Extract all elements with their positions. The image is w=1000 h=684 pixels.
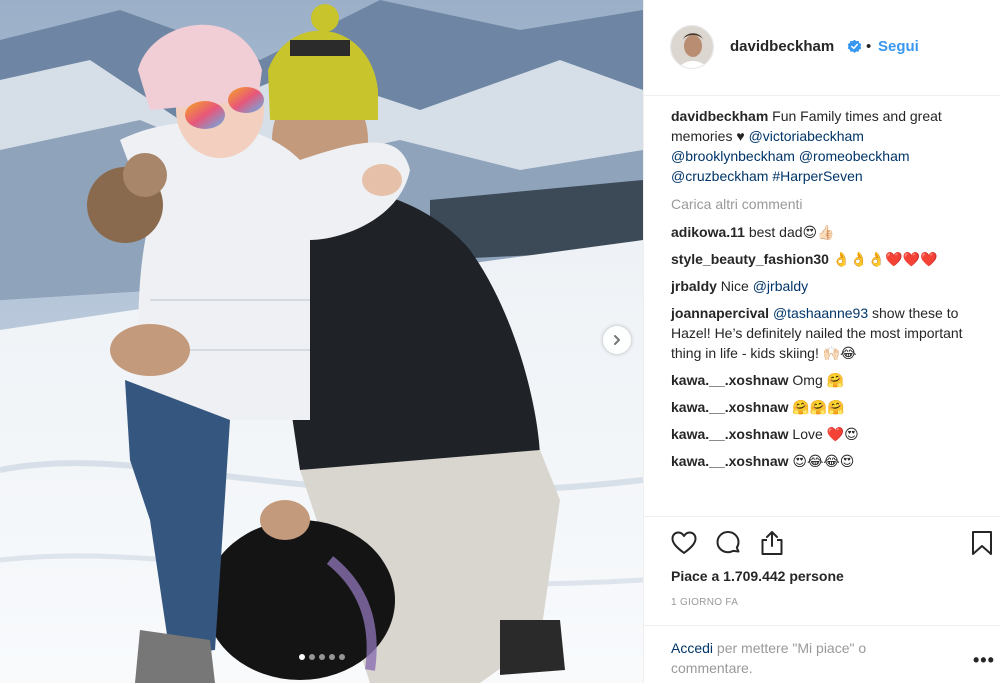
- caption-mention[interactable]: @romeobeckham: [799, 148, 910, 164]
- caption-mention[interactable]: @cruzbeckham: [671, 168, 768, 184]
- caption-mention[interactable]: @brooklynbeckham: [671, 148, 795, 164]
- comment-text: best dad😍👍🏻: [748, 224, 835, 240]
- comment-icon[interactable]: [714, 529, 742, 557]
- login-prompt: Accedi per mettere "Mi piace" o commenta…: [644, 625, 1000, 684]
- comment-text: 👌👌👌❤️❤️❤️: [832, 251, 938, 267]
- more-options-button[interactable]: •••: [973, 650, 995, 671]
- carousel-dot: [328, 654, 335, 660]
- comment-username[interactable]: kawa.__.xoshnaw: [671, 372, 789, 388]
- carousel-dot: [338, 654, 345, 660]
- post-side-panel: davidbeckham • Segui davidbeckham Fun Fa…: [643, 0, 1000, 683]
- carousel-dot: [298, 654, 305, 660]
- caption-hashtag[interactable]: #HarperSeven: [772, 168, 862, 184]
- comment-username[interactable]: adikowa.11: [671, 224, 745, 240]
- comment-username[interactable]: jrbaldy: [671, 278, 717, 294]
- comment-username[interactable]: kawa.__.xoshnaw: [671, 426, 789, 442]
- comment-text: 😍😂😂😍: [792, 453, 855, 469]
- caption-username[interactable]: davidbeckham: [671, 108, 768, 124]
- follow-button[interactable]: Segui: [878, 38, 919, 55]
- instagram-post: davidbeckham • Segui davidbeckham Fun Fa…: [0, 0, 1000, 683]
- login-prompt-text: Accedi per mettere "Mi piace" o commenta…: [671, 638, 931, 678]
- avatar-image: [671, 26, 713, 68]
- login-link[interactable]: Accedi: [671, 640, 713, 656]
- heart-icon[interactable]: [670, 529, 698, 557]
- avatar[interactable]: [670, 25, 714, 69]
- comment-item: style_beauty_fashion30 👌👌👌❤️❤️❤️: [671, 249, 991, 269]
- comment-mention[interactable]: @jrbaldy: [753, 278, 808, 294]
- post-actions: Piace a 1.709.442 persone 1 GIORNO FA Ac…: [644, 516, 1000, 683]
- header-username[interactable]: davidbeckham: [730, 38, 834, 55]
- share-icon[interactable]: [758, 529, 786, 557]
- comment-item: kawa.__.xoshnaw Love ❤️😍: [671, 424, 991, 444]
- comment-username[interactable]: kawa.__.xoshnaw: [671, 399, 789, 415]
- bookmark-icon[interactable]: [968, 529, 996, 557]
- comment-item: adikowa.11 best dad😍👍🏻: [671, 222, 991, 242]
- carousel-dot: [308, 654, 315, 660]
- load-more-comments-button[interactable]: Carica altri commenti: [671, 194, 991, 214]
- carousel-dot: [318, 654, 325, 660]
- post-photo[interactable]: [0, 0, 643, 683]
- verified-badge-icon: [847, 39, 862, 53]
- carousel-indicator: [0, 654, 643, 660]
- comment-item: kawa.__.xoshnaw 🤗🤗🤗: [671, 397, 991, 417]
- comment-item: kawa.__.xoshnaw 😍😂😂😍: [671, 451, 991, 471]
- chevron-right-icon: [614, 335, 620, 345]
- comment-item: joannapercival @tashaanne93 show these t…: [671, 303, 991, 363]
- comment-text: Love ❤️😍: [792, 426, 859, 442]
- comment-text: 🤗🤗🤗: [792, 399, 845, 415]
- comment-mention[interactable]: @tashaanne93: [773, 305, 868, 321]
- comment-username[interactable]: style_beauty_fashion30: [671, 251, 829, 267]
- comment-username[interactable]: kawa.__.xoshnaw: [671, 453, 789, 469]
- next-photo-button[interactable]: [603, 326, 631, 354]
- comment-username[interactable]: joannapercival: [671, 305, 769, 321]
- comments-list: davidbeckham Fun Family times and great …: [671, 106, 991, 478]
- post-caption: davidbeckham Fun Family times and great …: [671, 106, 991, 186]
- post-timestamp[interactable]: 1 GIORNO FA: [671, 597, 738, 608]
- post-header: davidbeckham • Segui: [644, 0, 1000, 96]
- comment-text: Omg 🤗: [792, 372, 845, 388]
- header-separator: •: [866, 38, 872, 55]
- comment-item: jrbaldy Nice @jrbaldy: [671, 276, 991, 296]
- caption-mention[interactable]: @victoriabeckham: [749, 128, 864, 144]
- comment-text: Nice: [720, 278, 749, 294]
- comment-item: kawa.__.xoshnaw Omg 🤗: [671, 370, 991, 390]
- likes-count[interactable]: Piace a 1.709.442 persone: [671, 568, 844, 584]
- ski-family-photo: [0, 0, 643, 683]
